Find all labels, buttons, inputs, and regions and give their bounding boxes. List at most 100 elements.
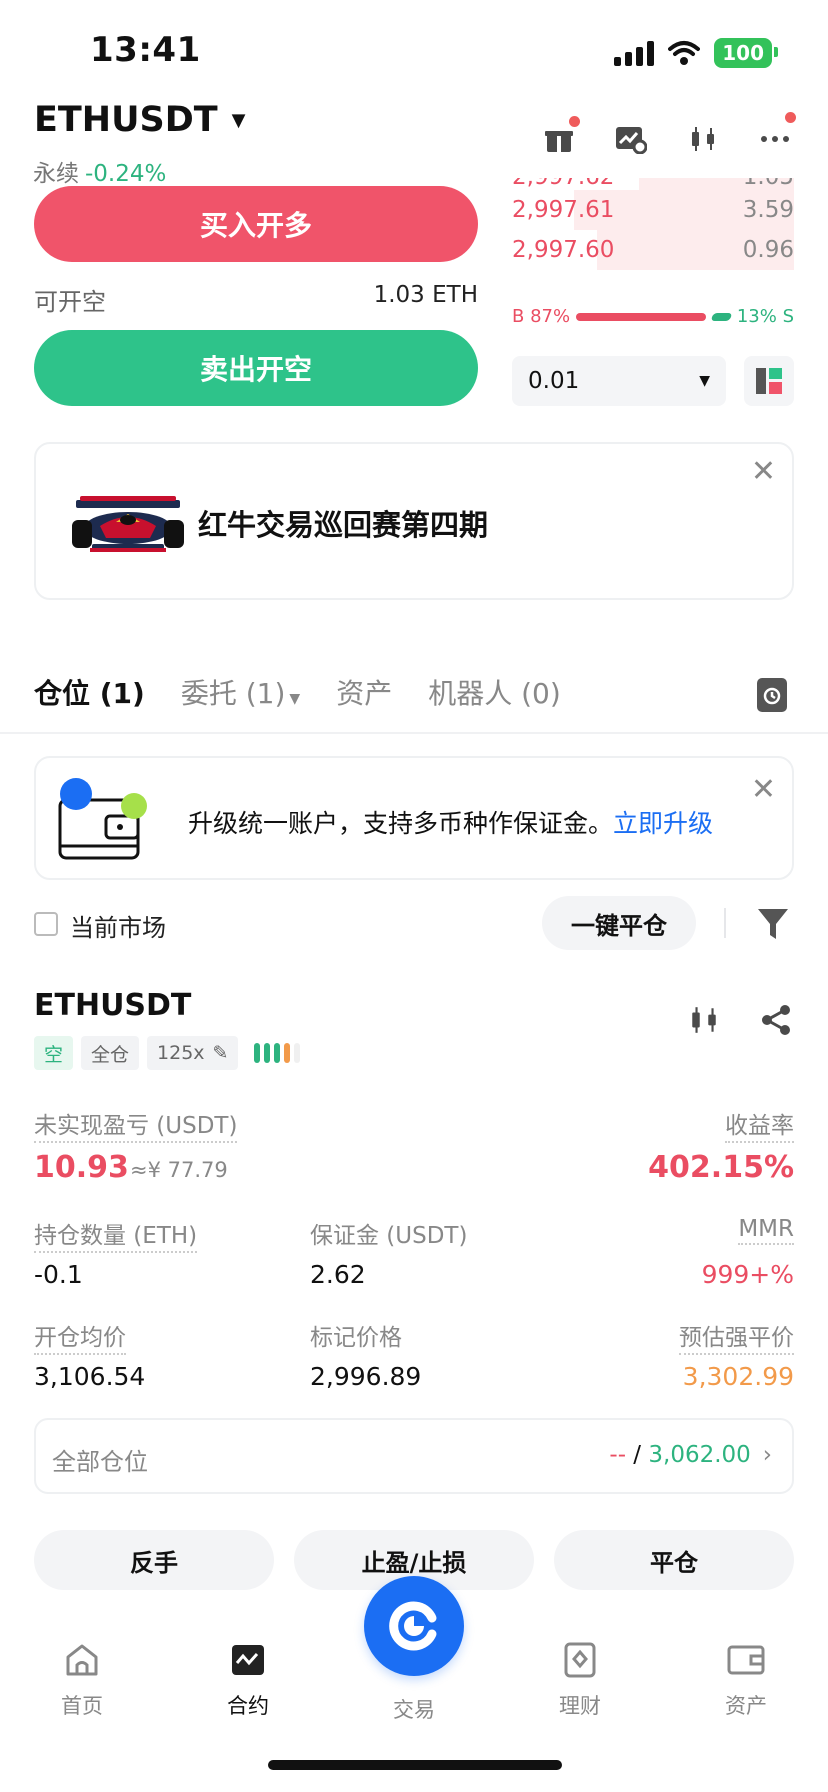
entry-price-label[interactable]: 开仓均价 <box>34 1318 126 1355</box>
close-all-button[interactable]: 一键平仓 <box>542 896 696 950</box>
unrealized-pnl-cny: ≈¥ 77.79 <box>130 1158 228 1182</box>
position-size-label[interactable]: 持仓数量 (ETH) <box>34 1216 198 1253</box>
chevron-right-icon: › <box>762 1442 772 1468</box>
nav-earn-label: 理财 <box>559 1694 601 1718</box>
sell-ratio-fill <box>710 312 733 321</box>
trade-fab-button[interactable] <box>364 1576 464 1676</box>
position-tabs: 仓位 (1) 委托 (1) ▼ 资产 机器人 (0) <box>34 672 561 712</box>
order-book: 2,997.62 1.05 2,997.61 3.59 2,997.60 0.9… <box>512 178 794 270</box>
close-position-button[interactable]: 平仓 <box>554 1530 794 1590</box>
battery-indicator: 100 <box>714 38 778 68</box>
sell-short-button[interactable]: 卖出开空 <box>34 330 478 406</box>
liq-price-label[interactable]: 预估强平价 <box>679 1318 794 1355</box>
all-positions-sep: / <box>626 1442 649 1468</box>
share-icon[interactable] <box>760 1004 792 1036</box>
position-size-value: -0.1 <box>34 1260 83 1289</box>
caret-down-icon: ▼ <box>699 373 710 389</box>
mmr-value: 999+% <box>701 1260 794 1289</box>
edit-icon: ✎ <box>212 1042 229 1064</box>
upgrade-link[interactable]: 立即升级 <box>613 809 713 838</box>
filter-icon[interactable] <box>756 906 790 942</box>
history-doc-icon[interactable] <box>757 678 787 712</box>
all-positions-dash: -- <box>609 1442 626 1468</box>
leverage-value: 125x <box>157 1042 205 1064</box>
close-icon[interactable]: ✕ <box>751 454 776 489</box>
buy-long-button[interactable]: 买入开多 <box>34 186 478 262</box>
pair-selector[interactable]: ETHUSDT ▼ <box>34 100 245 140</box>
all-positions-value: -- / 3,062.00 › <box>609 1442 772 1468</box>
strategy-icon[interactable] <box>614 122 648 156</box>
nav-home[interactable]: 首页 <box>22 1642 142 1720</box>
nav-assets-label: 资产 <box>725 1694 767 1718</box>
order-book-row[interactable]: 2,997.61 3.59 <box>512 190 794 230</box>
close-icon[interactable]: ✕ <box>751 772 776 807</box>
tab-assets[interactable]: 资产 <box>336 672 392 712</box>
buy-sell-ratio: B 87% 13% S <box>512 306 794 327</box>
promo-card[interactable]: 红牛交易巡回赛第四期 ✕ <box>34 442 794 600</box>
margin-value: 2.62 <box>310 1260 366 1289</box>
orderbook-layout-button[interactable] <box>744 356 794 406</box>
price-change: -0.24% <box>85 161 167 187</box>
upgrade-message: 升级统一账户，支持多币种作保证金。 <box>188 809 614 838</box>
earn-icon <box>560 1642 600 1678</box>
buy-ratio-fill <box>576 312 706 321</box>
entry-price-value: 3,106.54 <box>34 1362 146 1391</box>
leverage-badge[interactable]: 125x ✎ <box>147 1036 239 1070</box>
caret-down-icon: ▼ <box>289 691 301 707</box>
tab-positions[interactable]: 仓位 (1) <box>34 672 145 712</box>
all-positions-amount: 3,062.00 <box>648 1442 751 1468</box>
quantity-precision-select[interactable]: 0.01 ▼ <box>512 356 726 406</box>
current-market-checkbox[interactable] <box>34 912 58 936</box>
margin-mode-badge: 全仓 <box>81 1036 140 1070</box>
ask-qty: 3.59 <box>742 197 794 223</box>
pair-title: ETHUSDT <box>34 100 218 140</box>
mmr-label[interactable]: MMR <box>738 1216 794 1245</box>
nav-home-label: 首页 <box>61 1694 103 1718</box>
upgrade-banner[interactable]: 升级统一账户，支持多币种作保证金。立即升级 ✕ <box>34 756 794 880</box>
current-market-label: 当前市场 <box>70 914 166 942</box>
ask-qty: 1.05 <box>743 178 794 190</box>
roe-label[interactable]: 收益率 <box>725 1106 794 1143</box>
risk-level-indicator <box>254 1043 301 1063</box>
sell-ratio-label: 13% S <box>736 306 794 327</box>
tab-divider <box>0 732 828 734</box>
unrealized-pnl-label[interactable]: 未实现盈亏 (USDT) <box>34 1106 238 1143</box>
nav-earn[interactable]: 理财 <box>520 1642 640 1720</box>
candlestick-chart-icon[interactable] <box>686 122 720 156</box>
ratio-bar <box>576 312 733 321</box>
available-short-value: 1.03 ETH <box>373 282 478 308</box>
home-icon <box>62 1642 102 1678</box>
buy-ratio-label: B 87% <box>512 306 571 327</box>
mark-price-value: 2,996.89 <box>310 1362 422 1391</box>
margin-label: 保证金 (USDT) <box>310 1223 468 1249</box>
header-icons <box>542 112 796 156</box>
gift-icon[interactable] <box>542 116 580 156</box>
promo-text: 红牛交易巡回赛第四期 <box>198 508 489 542</box>
candlestick-chart-icon[interactable] <box>688 1004 720 1036</box>
race-car-image <box>72 496 184 552</box>
trade-logo-icon <box>389 1601 437 1651</box>
position-symbol[interactable]: ETHUSDT <box>34 988 191 1023</box>
roe-value: 402.15% <box>648 1150 794 1185</box>
contract-subline: 永续 -0.24% <box>33 154 166 188</box>
available-short-label: 可开空 <box>34 288 106 316</box>
nav-trade-label[interactable]: 交易 <box>364 1694 464 1724</box>
nav-contract[interactable]: 合约 <box>188 1642 308 1720</box>
order-book-row[interactable]: 2,997.60 0.96 <box>512 230 794 270</box>
all-positions-row[interactable]: 全部仓位 -- / 3,062.00 › <box>34 1418 794 1494</box>
wallet-icon <box>58 778 147 860</box>
side-badge: 空 <box>34 1036 74 1070</box>
tab-orders[interactable]: 委托 (1) ▼ <box>181 672 300 712</box>
unrealized-pnl-value: 10.93 <box>34 1150 129 1185</box>
position-tags: 空 全仓 125x ✎ <box>34 1036 301 1070</box>
order-book-row[interactable]: 2,997.62 1.05 <box>512 178 794 190</box>
position-actions <box>688 1004 792 1036</box>
quantity-value: 0.01 <box>528 368 580 394</box>
wallet-icon <box>726 1642 766 1678</box>
reverse-button[interactable]: 反手 <box>34 1530 274 1590</box>
tab-bots[interactable]: 机器人 (0) <box>428 672 561 712</box>
liq-price-value: 3,302.99 <box>682 1362 794 1391</box>
more-icon[interactable] <box>758 112 796 156</box>
ask-price: 2,997.61 <box>512 197 615 223</box>
nav-assets[interactable]: 资产 <box>686 1642 806 1720</box>
